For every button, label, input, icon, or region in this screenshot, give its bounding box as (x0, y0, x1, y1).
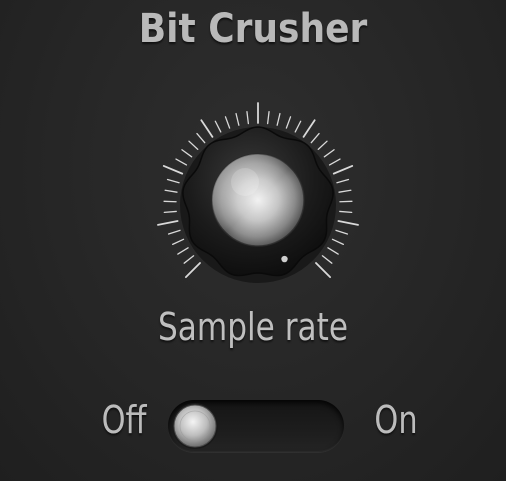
knob-tick (246, 111, 250, 125)
sample-rate-knob[interactable] (153, 100, 363, 310)
knob-cap-highlight (231, 168, 259, 196)
knob-tick (188, 140, 199, 150)
knob-tick (285, 116, 292, 129)
knob-tick (200, 119, 214, 138)
knob-tick (276, 112, 281, 126)
knob-tick (266, 111, 270, 125)
knob-tick (327, 247, 339, 255)
knob-tick (335, 229, 349, 235)
knob-tick (164, 189, 178, 193)
knob-tick (323, 149, 335, 158)
knob-graphic[interactable] (153, 100, 363, 310)
power-switch-row: Off On (0, 396, 506, 456)
knob-tick (162, 165, 184, 175)
knob-tick (294, 120, 302, 133)
knob-tick (328, 158, 341, 166)
toggle-thumb[interactable] (170, 401, 220, 451)
knob-tick (166, 178, 180, 184)
knob-label: Sample rate (157, 305, 349, 349)
knob-indicator-dot (281, 255, 288, 263)
knob-tick (336, 178, 350, 184)
knob-tick (181, 149, 193, 158)
knob-tick (183, 255, 195, 264)
knob-tick (310, 132, 320, 144)
knob-tick (321, 255, 333, 264)
switch-on-label: On (374, 398, 418, 442)
knob-tick (196, 132, 206, 144)
power-toggle[interactable] (168, 400, 344, 452)
plugin-title: Bit Crusher (138, 6, 368, 52)
knob-tick (331, 238, 345, 246)
knob-tick (167, 229, 181, 235)
knob-tick (317, 140, 328, 150)
knob-tick (332, 165, 354, 175)
knob-tick (339, 210, 353, 214)
knob-tick (175, 158, 188, 166)
bit-crusher-panel: Bit Crusher Sample rate Off On (0, 0, 506, 481)
knob-tick (214, 120, 222, 133)
knob-tick (224, 116, 231, 129)
knob-cap-sheen (212, 154, 304, 246)
knob-tick (235, 112, 240, 126)
switch-off-label: Off (101, 398, 147, 442)
knob-tick (171, 238, 185, 246)
knob-tick (302, 119, 316, 138)
knob-tick (184, 262, 201, 279)
knob-tick (177, 247, 189, 255)
knob-tick (315, 262, 332, 279)
knob-tick (157, 220, 179, 226)
knob-tick (163, 210, 177, 214)
knob-tick (337, 220, 359, 226)
knob-tick (338, 189, 352, 193)
